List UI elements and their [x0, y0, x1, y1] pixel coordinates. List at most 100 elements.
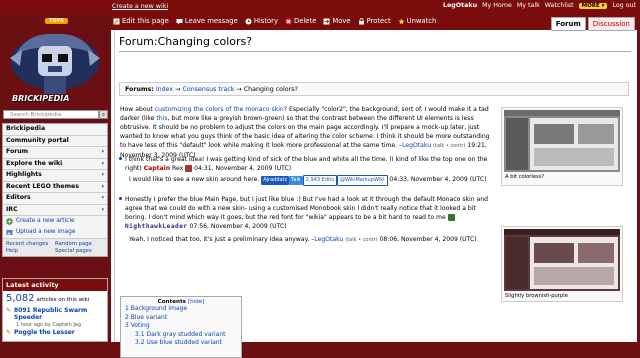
- sidebar-item-irc[interactable]: IRC ›: [3, 205, 107, 216]
- leave-message-button[interactable]: Leave message: [176, 17, 238, 25]
- upload-image-icon: [6, 230, 13, 235]
- sidebar-item-community-portal[interactable]: Community portal: [3, 136, 107, 147]
- article-count-suffix: articles on this wiki: [34, 297, 90, 303]
- recent-changes-link[interactable]: Recent changes: [6, 241, 55, 247]
- chevron-right-icon: ›: [101, 159, 104, 167]
- toc-item[interactable]: 3.1 Dark gray studded variant: [121, 331, 241, 340]
- post-text: How about: [120, 106, 155, 113]
- monaco-skin-link[interactable]: customizing the colors of the monaco ski…: [155, 106, 284, 113]
- random-page-link[interactable]: Random page: [55, 241, 104, 247]
- special-pages-link[interactable]: Special pages: [55, 248, 104, 254]
- talk-contribs-link[interactable]: (talk • contr): [433, 143, 465, 149]
- create-article-link[interactable]: Create a new article: [3, 216, 107, 227]
- user-signature-link[interactable]: Rex: [170, 165, 185, 172]
- sidebar: wikia TOYS BRICKIPEDIA Search Brickipedi…: [0, 0, 110, 342]
- sidebar-item-brickipedia[interactable]: Brickipedia: [3, 124, 107, 136]
- help-link[interactable]: Help: [6, 248, 55, 254]
- breadcrumb-index-link[interactable]: Index: [156, 86, 173, 93]
- chevron-right-icon: ›: [101, 194, 104, 201]
- latest-activity-widget: Latest activity 5,082 articles on this w…: [2, 278, 108, 342]
- move-icon: [323, 18, 330, 24]
- post-timestamp: 04:31, November 4, 2009 (UTC): [192, 165, 292, 172]
- add-page-icon: [6, 218, 13, 225]
- thumbnail-mockup-2[interactable]: Slightly brownish-purple: [501, 226, 623, 302]
- activity-item-title[interactable]: 8091 Republic Swarm Speeder: [14, 307, 104, 321]
- my-home-link[interactable]: My Home: [482, 2, 512, 9]
- toc-item[interactable]: 2 Blue variant: [121, 314, 241, 323]
- delete-label: Delete: [294, 17, 317, 25]
- create-wiki-link[interactable]: Create a new wiki: [112, 3, 168, 10]
- wiki-logo[interactable]: wikia TOYS BRICKIPEDIA: [2, 2, 108, 106]
- toc-item[interactable]: 3 Voting: [121, 322, 241, 331]
- talk-link[interactable]: Talk: [289, 176, 303, 185]
- tab-discussion[interactable]: Discussion: [587, 17, 635, 31]
- watchlist-link[interactable]: Watchlist: [545, 2, 574, 9]
- this-link[interactable]: this: [156, 115, 167, 122]
- sidebar-item-editors[interactable]: Editors ›: [3, 193, 107, 205]
- username-link[interactable]: LegOtaku: [443, 2, 477, 9]
- user-signature-link[interactable]: LegOtaku: [314, 236, 343, 243]
- talk-contribs-link[interactable]: (talk • contr): [345, 237, 377, 243]
- page-tabs: Forum Discussion: [550, 17, 635, 31]
- user-signature-link[interactable]: NighthawkLeader: [125, 223, 188, 230]
- breadcrumb: Forums: Index → Consensus track → Changi…: [119, 82, 629, 96]
- edit-button[interactable]: Edit this page: [113, 17, 169, 25]
- toc-item[interactable]: 1 Background image: [121, 305, 241, 314]
- sidebar-item-label: Community portal: [6, 136, 69, 144]
- mockup-image[interactable]: [504, 110, 620, 172]
- search-icon: ⌕: [101, 111, 106, 118]
- sidebar-nav: Brickipedia Community portal Forum › Expl…: [2, 123, 108, 257]
- pencil-icon: [113, 18, 120, 24]
- more-label: MORE: [581, 2, 600, 9]
- sidebar-item-forum[interactable]: Forum ›: [3, 147, 107, 159]
- chevron-right-icon: ›: [101, 148, 104, 155]
- post-text: I would like to see a new skin around he…: [129, 176, 262, 183]
- user-signature-link[interactable]: Captain: [144, 165, 170, 172]
- toc-title: Contents [hide]: [121, 297, 241, 305]
- clock-icon: [245, 18, 252, 24]
- breadcrumb-consensus-link[interactable]: Consensus track: [182, 86, 234, 93]
- mockup-image[interactable]: [504, 229, 620, 291]
- thumbnail-mockup-1[interactable]: A bit colorless?: [501, 107, 623, 186]
- user-signature-link[interactable]: LegOtaku: [402, 142, 431, 149]
- toc-item[interactable]: 3.2 Use blue studded variant: [121, 339, 241, 348]
- toc-hide-link[interactable]: [hide]: [188, 299, 204, 305]
- article-count-number[interactable]: 5,082: [6, 293, 35, 304]
- move-label: Move: [332, 17, 351, 25]
- user-signature-link[interactable]: Ajraddatz: [261, 176, 290, 185]
- breadcrumb-arrow: →: [236, 86, 242, 93]
- sidebar-item-highlights[interactable]: Highlights ›: [3, 170, 107, 182]
- post-text: Yeah, I noticed that too, it's just a pr…: [129, 236, 315, 243]
- edit-label: Edit this page: [122, 17, 169, 25]
- logout-link[interactable]: Log out: [612, 2, 636, 9]
- activity-item-title[interactable]: Poggle the Lesser: [14, 329, 75, 336]
- search-input[interactable]: Search Brickipedia: [3, 110, 99, 119]
- sidebar-item-recent-themes[interactable]: Recent LEGO themes ›: [3, 182, 107, 193]
- unwatch-button[interactable]: Unwatch: [398, 17, 436, 25]
- history-button[interactable]: History: [245, 17, 278, 25]
- upload-image-link[interactable]: Upload a new image: [3, 227, 107, 238]
- search-button[interactable]: ⌕: [99, 110, 108, 119]
- bullet: [119, 157, 122, 160]
- lock-icon: [358, 17, 364, 24]
- edit-activity-icon: ✎: [6, 329, 12, 336]
- activity-item[interactable]: ✎ Poggle the Lesser: [3, 328, 107, 337]
- post-timestamp: 07:56, November 4, 2009 (UTC): [187, 223, 287, 230]
- article-count: 5,082 articles on this wiki: [3, 291, 107, 306]
- post-reply: I would like to see a new skin around he…: [129, 175, 493, 186]
- tab-forum[interactable]: Forum: [550, 17, 586, 31]
- activity-item[interactable]: ✎ 8091 Republic Swarm Speeder: [3, 306, 107, 322]
- sidebar-item-label: Recent LEGO themes: [6, 182, 79, 190]
- protect-button[interactable]: Protect: [358, 17, 391, 25]
- sidebar-item-explore[interactable]: Explore the wiki ›: [3, 159, 107, 170]
- thumbnail-caption: A bit colorless?: [505, 174, 545, 180]
- user-bar: Create a new wiki LegOtaku My Home My ta…: [0, 0, 640, 14]
- edit-count-badge[interactable]: 2,943 Edits: [302, 175, 337, 186]
- create-article-label: Create a new article: [16, 218, 75, 224]
- more-dropdown[interactable]: MORE ▾: [578, 2, 608, 9]
- move-button[interactable]: Move: [323, 17, 351, 25]
- delete-button[interactable]: Delete: [285, 17, 316, 25]
- page-actions: Edit this page Leave message History Del…: [113, 17, 436, 25]
- wiki-link[interactable]: @WikiMarkupWiki: [336, 175, 388, 186]
- my-talk-link[interactable]: My talk: [517, 2, 540, 9]
